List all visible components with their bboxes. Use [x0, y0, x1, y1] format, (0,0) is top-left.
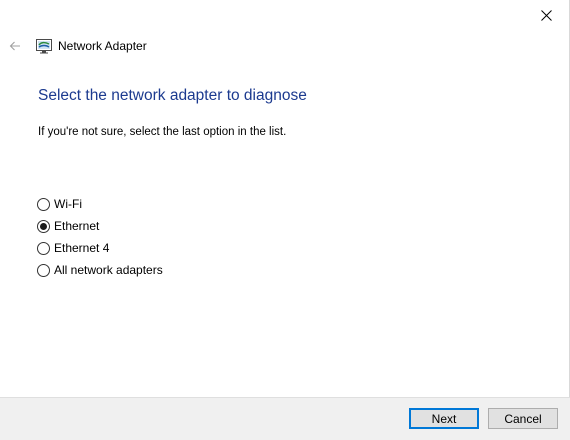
radio-all-adapters[interactable] [37, 263, 50, 277]
option-label: All network adapters [54, 263, 163, 277]
close-button[interactable] [523, 0, 569, 30]
troubleshooter-window: Network Adapter Select the network adapt… [0, 0, 570, 440]
option-all-adapters[interactable]: All network adapters [37, 259, 163, 281]
option-ethernet[interactable]: Ethernet [37, 215, 163, 237]
option-label: Wi-Fi [54, 197, 82, 211]
header-row: Network Adapter [0, 34, 569, 58]
cancel-button[interactable]: Cancel [488, 408, 558, 429]
radio-wifi[interactable] [37, 197, 50, 211]
arrow-left-icon [9, 41, 20, 51]
option-label: Ethernet 4 [54, 241, 110, 255]
page-heading: Select the network adapter to diagnose [38, 87, 307, 104]
option-label: Ethernet [54, 219, 100, 233]
network-adapter-icon [36, 39, 52, 54]
window-title: Network Adapter [58, 39, 147, 53]
instruction-text: If you're not sure, select the last opti… [38, 126, 287, 138]
option-ethernet-4[interactable]: Ethernet 4 [37, 237, 163, 259]
radio-ethernet[interactable] [37, 219, 50, 233]
back-button[interactable] [7, 34, 23, 58]
close-icon [540, 9, 552, 21]
next-button[interactable]: Next [409, 408, 479, 429]
radio-ethernet-4[interactable] [37, 241, 50, 255]
footer-bar: Next Cancel [0, 397, 570, 440]
option-wifi[interactable]: Wi-Fi [37, 193, 163, 215]
adapter-options: Wi-Fi Ethernet Ethernet 4 All network ad… [37, 193, 163, 281]
radio-selected-dot [40, 222, 47, 230]
